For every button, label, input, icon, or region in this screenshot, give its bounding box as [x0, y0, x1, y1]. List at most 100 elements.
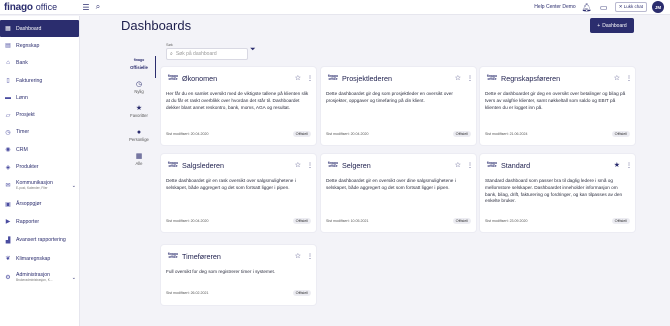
box-icon: ◈ — [5, 164, 11, 171]
official-badge: Offisiell — [452, 131, 471, 137]
star-outline-icon[interactable]: ☆ — [455, 74, 461, 82]
more-vertical-icon[interactable]: ⋮ — [307, 162, 313, 169]
user-avatar[interactable]: JM — [652, 1, 664, 13]
card-description: Dette dashboardet gir deg som prosjektle… — [326, 91, 453, 103]
badge-label: Offisiell — [295, 219, 308, 223]
filter-icon[interactable]: ⏷ — [250, 46, 256, 54]
dashboard-card[interactable]: finago office Selgeren ☆ ⋮ Dette dashboar… — [321, 154, 476, 232]
badge-label: Offisiell — [295, 291, 308, 295]
dashboard-icon: ▦ — [5, 26, 11, 33]
help-center-link[interactable]: Help Center Demo — [534, 4, 575, 10]
card-modified-date: Sist modifisert: 20.04.2020 — [166, 132, 209, 136]
more-vertical-icon[interactable]: ⋮ — [467, 162, 473, 169]
filter-favoritter[interactable]: ★ Favoritter — [124, 104, 154, 128]
sidebar-item-rapporter[interactable]: ▶ Rapporter — [0, 213, 79, 230]
card-title: Økonomen — [182, 73, 218, 83]
more-vertical-icon[interactable]: ⋮ — [626, 75, 632, 82]
filter-nylig[interactable]: ◷ Nylig — [124, 80, 154, 104]
finago-logo-icon: finago office — [167, 73, 179, 81]
dashboard-card[interactable]: finago office Regnskapsføreren ☆ ⋮ Dette … — [480, 67, 635, 145]
top-bar: finago office ☰ ⌕ Help Center Demo 🔔︎ ▭ … — [0, 0, 670, 15]
clock-icon: ◷ — [135, 81, 143, 88]
sidebar-item-prosjekt[interactable]: ▱ Prosjekt — [0, 106, 79, 123]
sidebar-item-label: Prosjekt — [16, 112, 35, 119]
search-icon[interactable]: ⌕ — [92, 2, 104, 12]
plus-icon: + — [597, 22, 601, 29]
official-badge: Offisiell — [292, 218, 311, 224]
badge-label: Offisiell — [455, 219, 468, 223]
sidebar-item-arsoppgjor[interactable]: ▣ Årsoppgjør — [0, 196, 79, 213]
more-vertical-icon[interactable]: ⋮ — [467, 75, 473, 82]
finago-logo[interactable]: finago office — [0, 2, 80, 13]
card-modified-date: Sist modifisert: 21.06.2024 — [485, 132, 528, 136]
sidebar-item-produkter[interactable]: ◈ Produkter — [0, 158, 79, 175]
search-input[interactable]: ⌕ Søk på dashboard — [166, 48, 248, 60]
bank-icon: ⌂ — [6, 60, 10, 67]
dashboard-card[interactable]: finago office Prosjektlederen ☆ ⋮ Dette d… — [321, 67, 476, 145]
filter-label: Personlige — [129, 137, 149, 142]
sidebar-item-sublabel: Brukeradministrasjon, K... — [16, 277, 53, 282]
badge-label: Offisiell — [295, 132, 308, 136]
finago-logo-icon: finago office — [327, 160, 339, 168]
folder-icon: ▱ — [5, 112, 11, 119]
sidebar-item-dashboard[interactable]: ▦ Dashboard — [0, 20, 79, 38]
sidebar-item-label: Årsoppgjør — [16, 201, 42, 208]
card-title: Selgeren — [342, 160, 371, 170]
chevron-down-icon[interactable]: ⌄ — [72, 275, 76, 281]
filter-personlige[interactable]: ● Personlige — [124, 128, 154, 152]
badge-label: Offisiell — [614, 219, 627, 223]
dashboard-card[interactable]: finago office Salgslederen ☆ ⋮ Dette dash… — [161, 154, 316, 232]
star-filled-icon[interactable]: ★ — [614, 161, 620, 169]
star-outline-icon[interactable]: ☆ — [295, 252, 301, 260]
sidebar-item-timer[interactable]: ◷ Timer — [0, 124, 79, 141]
more-vertical-icon[interactable]: ⋮ — [626, 162, 632, 169]
card-modified-date: Sist modifisert: 20.04.2020 — [326, 132, 369, 136]
sidebar-item-avansert-rapportering[interactable]: ▟ Avansert rapportering — [0, 230, 79, 250]
sidebar-item-label: Regnskap — [16, 42, 40, 49]
sidebar-item-bank[interactable]: ⌂ Bank — [0, 55, 79, 72]
sidebar-item-administrasjon[interactable]: ⚙ Administrasjon Brukeradministrasjon, K… — [0, 268, 79, 288]
admin-icon: ⚙ — [5, 275, 11, 282]
sidebar-item-sublabel: E-post, Kalender, Filer — [16, 185, 48, 190]
sidebar-item-label: Timer — [16, 129, 30, 136]
badge-label: Offisiell — [614, 132, 627, 136]
star-outline-icon[interactable]: ☆ — [614, 74, 620, 82]
dashboard-card[interactable]: finago office Standard ★ ⋮ Standard dashb… — [480, 154, 635, 232]
card-modified-date: Sist modifisert: 23.09.2020 — [485, 219, 528, 223]
official-badge: Offisiell — [611, 218, 630, 224]
filter-offisielle[interactable]: finago Offisielle — [124, 56, 154, 80]
chevron-down-icon[interactable]: ⌄ — [72, 183, 76, 189]
chat-icon[interactable]: ▭ — [598, 3, 610, 12]
finago-logo-icon: finago office — [327, 73, 339, 81]
page-title: Dashboards — [121, 18, 192, 33]
leaf-icon: ❦ — [5, 256, 11, 263]
star-outline-icon[interactable]: ☆ — [295, 74, 301, 82]
report-icon: ▶ — [5, 219, 11, 226]
card-modified-date: Sist modifisert: 10.05.2021 — [326, 219, 369, 223]
card-description: Dette er dashboardet gir deg en oversikt… — [485, 91, 626, 110]
more-vertical-icon[interactable]: ⋮ — [307, 253, 313, 260]
finago-logo-icon: finago office — [486, 73, 498, 81]
sidebar-item-klimaregnskap[interactable]: ❦ Klimaregnskap — [0, 250, 79, 267]
card-title: Regnskapsføreren — [501, 73, 561, 83]
star-outline-icon[interactable]: ☆ — [455, 161, 461, 169]
add-dashboard-button[interactable]: + Dashboard — [590, 18, 634, 33]
dashboard-card[interactable]: finago office Økonomen ☆ ⋮ Her får du en … — [161, 67, 316, 145]
finago-logo-icon: finago office — [167, 251, 179, 259]
bell-icon[interactable]: 🔔︎ — [581, 3, 593, 12]
filter-alle[interactable]: ▦ Alle — [124, 152, 154, 176]
sidebar-item-crm[interactable]: ◉ CRM — [0, 141, 79, 158]
star-outline-icon[interactable]: ☆ — [295, 161, 301, 169]
sidebar-item-lonn[interactable]: ▬ Lønn — [0, 89, 79, 106]
ledger-icon: ▤ — [5, 43, 11, 50]
sidebar-item-fakturering[interactable]: ▯ Fakturering — [0, 72, 79, 89]
close-chat-button[interactable]: ✕ Lukk chat — [614, 2, 647, 12]
dashboard-card[interactable]: finago office Timeføreren ☆ ⋮ Full oversi… — [161, 245, 316, 305]
message-icon: ✉ — [5, 183, 11, 190]
menu-icon[interactable]: ☰ — [80, 3, 92, 12]
more-vertical-icon[interactable]: ⋮ — [307, 75, 313, 82]
sidebar-item-kommunikasjon[interactable]: ✉ Kommunikasjon E-post, Kalender, Filer … — [0, 176, 79, 196]
card-modified-date: Sist modifisert: 20.04.2020 — [166, 219, 209, 223]
finago-logo-icon: finago office — [486, 160, 498, 168]
sidebar-item-regnskap[interactable]: ▤ Regnskap — [0, 37, 79, 54]
